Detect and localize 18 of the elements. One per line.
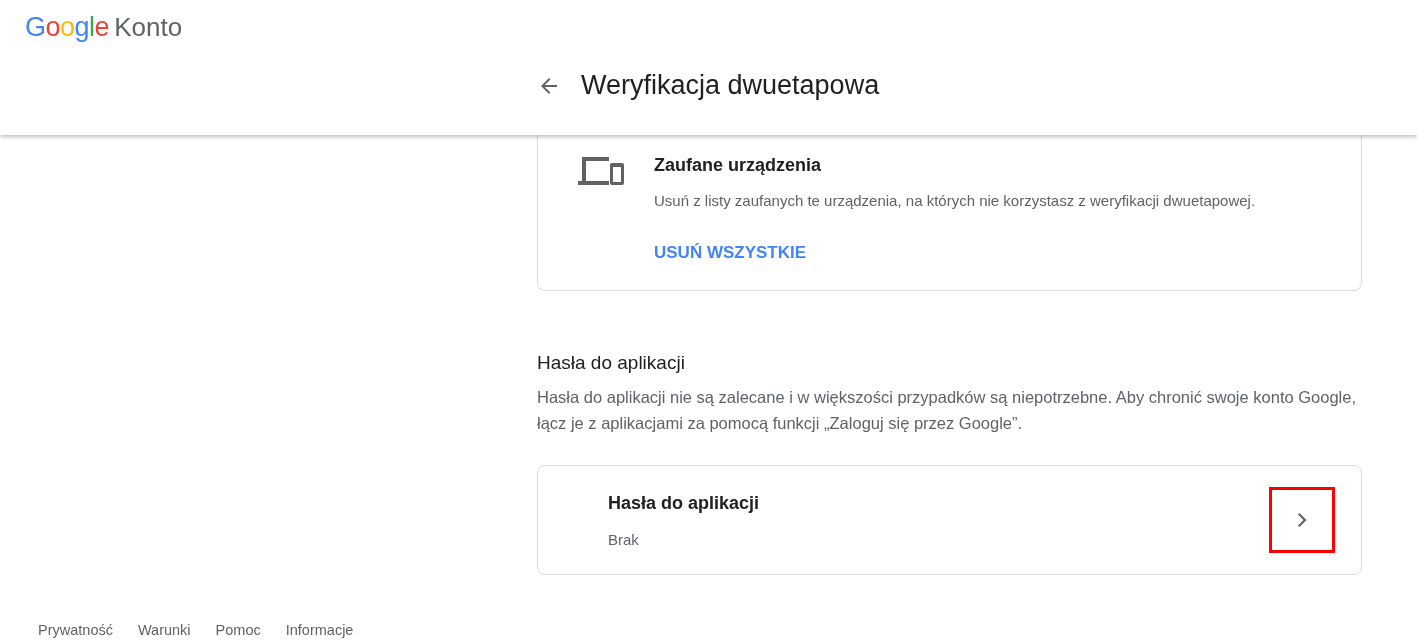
remove-all-link[interactable]: USUŃ WSZYSTKIE — [654, 243, 807, 263]
google-logo[interactable]: Google — [25, 11, 110, 43]
footer-link[interactable]: Pomoc — [215, 622, 261, 638]
section-description: Hasła do aplikacji nie są zalecane i w większości przypadków są niepotrzebne. Aby chronić swoje konto Google, łącz je z aplikacjami za pomocą funkcji „Zaloguj się przez Google”. — [537, 387, 1357, 434]
chevron-button[interactable] — [1269, 487, 1335, 553]
app-passwords-title: Hasła do aplikacji — [608, 492, 761, 514]
laptop-phone-icon — [578, 155, 624, 187]
footer-link[interactable]: Informacje — [285, 622, 354, 638]
page-title: Weryfikacja dwuetapowa — [581, 70, 880, 101]
section-heading: Hasła do aplikacji — [537, 352, 686, 374]
footer-link[interactable]: Prywatność — [38, 622, 113, 638]
app-passwords-card[interactable]: Hasła do aplikacji Brak — [537, 465, 1362, 575]
chevron-right-icon — [1297, 513, 1307, 527]
footer-link[interactable]: Warunki — [137, 622, 191, 638]
trusted-devices-description: Usuń z listy zaufanych te urządzenia, na których nie korzystasz z weryfikacji dwuetapowej. — [654, 192, 1256, 209]
product-name: Konto — [114, 11, 183, 43]
trusted-devices-title: Zaufane urządzenia — [654, 155, 823, 176]
app-passwords-value: Brak — [608, 530, 640, 548]
